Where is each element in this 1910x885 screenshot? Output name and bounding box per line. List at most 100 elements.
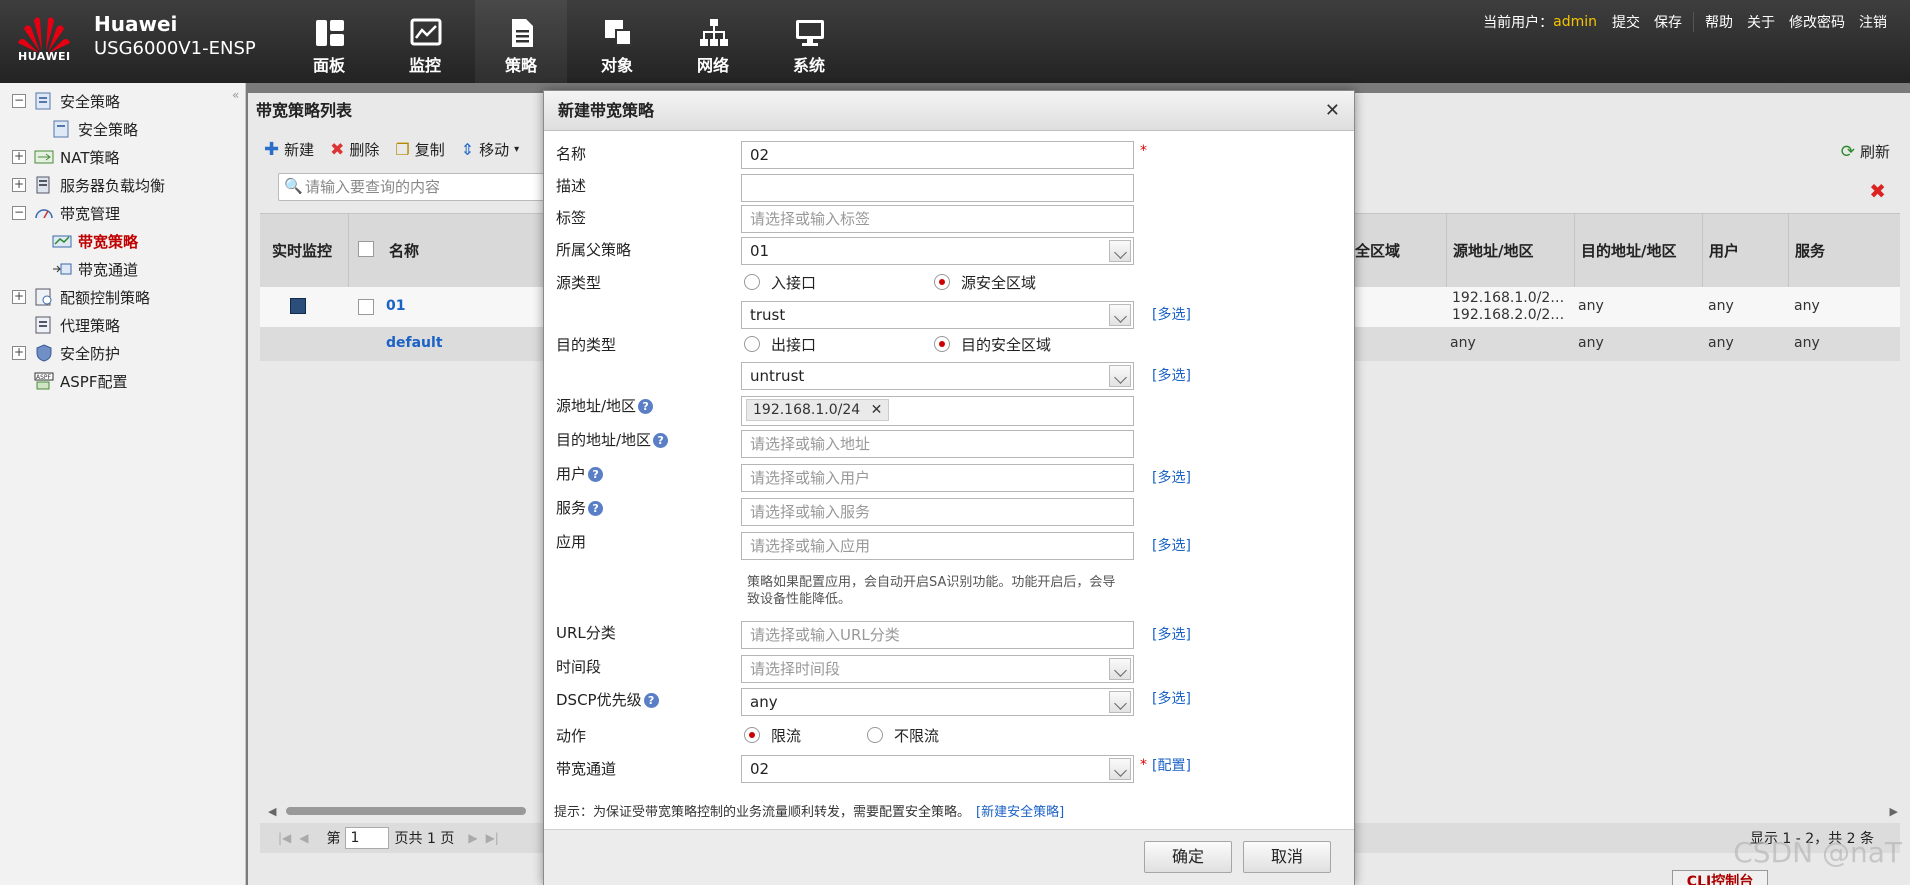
bandwidth-channel-select[interactable]: 02: [741, 755, 1134, 783]
chevron-down-icon[interactable]: [1109, 758, 1131, 780]
url-category-multiselect-link[interactable]: [多选]: [1152, 624, 1191, 644]
cli-console-button[interactable]: CLI控制台: [1672, 870, 1768, 885]
no-limit-radio[interactable]: [867, 727, 883, 743]
nav-network[interactable]: 网络: [667, 0, 759, 83]
last-page-icon[interactable]: ▶|: [486, 831, 499, 845]
sidebar-item-quota-control-policy[interactable]: + 配额控制策略: [12, 284, 150, 310]
collapse-toggle[interactable]: −: [12, 206, 26, 220]
close-icon[interactable]: ✕: [1325, 100, 1340, 121]
new-button[interactable]: ✚ 新建: [264, 139, 314, 160]
dscp-select[interactable]: any: [741, 688, 1134, 716]
sidebar-item-security-policy-group[interactable]: − 安全策略: [12, 88, 120, 114]
chevron-down-icon[interactable]: [1109, 658, 1131, 680]
dst-zone-radio[interactable]: [934, 336, 950, 352]
configure-channel-link[interactable]: [配置]: [1152, 755, 1191, 775]
application-multiselect-link[interactable]: [多选]: [1152, 535, 1191, 555]
destination-zone-select[interactable]: untrust: [741, 362, 1134, 390]
user-multiselect-link[interactable]: [多选]: [1152, 467, 1191, 487]
expand-toggle[interactable]: +: [12, 178, 26, 192]
dst-interface-radio[interactable]: [744, 336, 760, 352]
time-range-select[interactable]: 请选择时间段: [741, 655, 1134, 683]
row-checkbox[interactable]: [358, 299, 374, 315]
nav-dashboard[interactable]: 面板: [283, 0, 375, 83]
service-field[interactable]: 请选择或输入服务: [741, 498, 1134, 526]
chevron-down-icon[interactable]: [1109, 240, 1131, 262]
next-page-icon[interactable]: ▶: [468, 831, 477, 845]
page-number-input[interactable]: 1: [344, 827, 389, 849]
search-input[interactable]: 请输入要查询的内容: [278, 173, 568, 201]
help-icon[interactable]: ?: [643, 693, 659, 708]
chevron-down-icon[interactable]: [1109, 691, 1131, 713]
realtime-monitor-icon[interactable]: [290, 298, 306, 314]
scroll-right-icon[interactable]: ▶: [1890, 805, 1898, 818]
description-field[interactable]: [741, 174, 1134, 202]
help-link[interactable]: 帮助: [1698, 12, 1740, 32]
help-icon[interactable]: ?: [588, 501, 604, 516]
sidebar-item-security-policy[interactable]: 安全策略: [52, 116, 138, 142]
scroll-thumb[interactable]: [286, 807, 526, 815]
source-zone-multiselect-link[interactable]: [多选]: [1152, 304, 1191, 324]
src-interface-radio[interactable]: [744, 274, 760, 290]
help-icon[interactable]: ?: [653, 433, 669, 448]
collapse-toggle[interactable]: −: [12, 94, 26, 108]
change-password-link[interactable]: 修改密码: [1782, 12, 1852, 32]
collapse-sidebar-icon[interactable]: «: [232, 88, 239, 102]
refresh-button[interactable]: ⟳ 刷新: [1841, 141, 1890, 162]
name-field[interactable]: 02: [741, 141, 1134, 169]
new-security-policy-link[interactable]: [新建安全策略]: [976, 805, 1064, 820]
sidebar-item-aspf-config[interactable]: ASPF ASPF配置: [34, 368, 127, 394]
logout-link[interactable]: 注销: [1852, 12, 1894, 32]
dscp-multiselect-link[interactable]: [多选]: [1152, 688, 1191, 708]
sidebar-item-security-protection[interactable]: + 安全防护: [12, 340, 120, 366]
sidebar-item-nat-policy[interactable]: + NAT策略: [12, 144, 119, 170]
parent-policy-select[interactable]: 01: [741, 237, 1134, 265]
nav-object[interactable]: 对象: [571, 0, 663, 83]
save-link[interactable]: 保存: [1647, 12, 1689, 32]
source-address-field[interactable]: 192.168.1.0/24 ✕: [741, 396, 1134, 426]
col-user[interactable]: 用户: [1702, 214, 1788, 288]
user-field[interactable]: 请选择或输入用户: [741, 464, 1134, 492]
help-icon[interactable]: ?: [588, 467, 604, 482]
sidebar-item-server-load-balance[interactable]: + 服务器负载均衡: [12, 172, 165, 198]
source-zone-select[interactable]: trust: [741, 301, 1134, 329]
policy-name-link[interactable]: default: [386, 335, 443, 351]
copy-button[interactable]: ❐ 复制: [395, 139, 444, 160]
application-field[interactable]: 请选择或输入应用: [741, 532, 1134, 560]
expand-toggle[interactable]: +: [12, 290, 26, 304]
cancel-button[interactable]: 取消: [1243, 841, 1331, 873]
col-security-zone[interactable]: 安全区域: [1340, 214, 1446, 288]
clear-filter-icon[interactable]: ✖: [1869, 179, 1886, 203]
sidebar-item-bandwidth-channel[interactable]: 带宽通道: [52, 256, 138, 282]
chevron-down-icon[interactable]: [1109, 365, 1131, 387]
submit-link[interactable]: 提交: [1605, 12, 1647, 32]
tag-field[interactable]: 请选择或输入标签: [741, 205, 1134, 233]
url-category-field[interactable]: 请选择或输入URL分类: [741, 621, 1134, 649]
sidebar-item-bandwidth-management[interactable]: − 带宽管理: [12, 200, 120, 226]
limit-rate-radio[interactable]: [744, 727, 760, 743]
expand-toggle[interactable]: +: [12, 346, 26, 360]
remove-tag-icon[interactable]: ✕: [871, 402, 883, 418]
nav-system[interactable]: 系统: [763, 0, 855, 83]
chevron-down-icon[interactable]: [1109, 304, 1131, 326]
col-monitor[interactable]: 实时监控: [260, 214, 348, 288]
first-page-icon[interactable]: |◀: [278, 831, 291, 845]
move-button[interactable]: ⇕ 移动 ▾: [461, 139, 519, 160]
destination-address-field[interactable]: 请选择或输入地址: [741, 430, 1134, 458]
col-service[interactable]: 服务: [1788, 214, 1900, 288]
src-zone-radio[interactable]: [934, 274, 950, 290]
ok-button[interactable]: 确定: [1144, 841, 1232, 873]
help-icon[interactable]: ?: [638, 399, 654, 414]
prev-page-icon[interactable]: ◀: [299, 831, 308, 845]
sidebar-item-bandwidth-policy[interactable]: 带宽策略: [52, 228, 138, 254]
select-all-checkbox[interactable]: [358, 241, 374, 257]
destination-zone-multiselect-link[interactable]: [多选]: [1152, 365, 1191, 385]
sidebar-item-proxy-policy[interactable]: 代理策略: [34, 312, 120, 338]
expand-toggle[interactable]: +: [12, 150, 26, 164]
scroll-left-icon[interactable]: ◀: [268, 805, 276, 818]
delete-button[interactable]: ✖ 删除: [330, 139, 379, 160]
nav-policy[interactable]: 策略: [475, 0, 567, 83]
col-destination-address[interactable]: 目的地址/地区: [1574, 214, 1702, 288]
col-source-address[interactable]: 源地址/地区: [1446, 214, 1574, 288]
nav-monitor[interactable]: 监控: [379, 0, 471, 83]
about-link[interactable]: 关于: [1740, 12, 1782, 32]
